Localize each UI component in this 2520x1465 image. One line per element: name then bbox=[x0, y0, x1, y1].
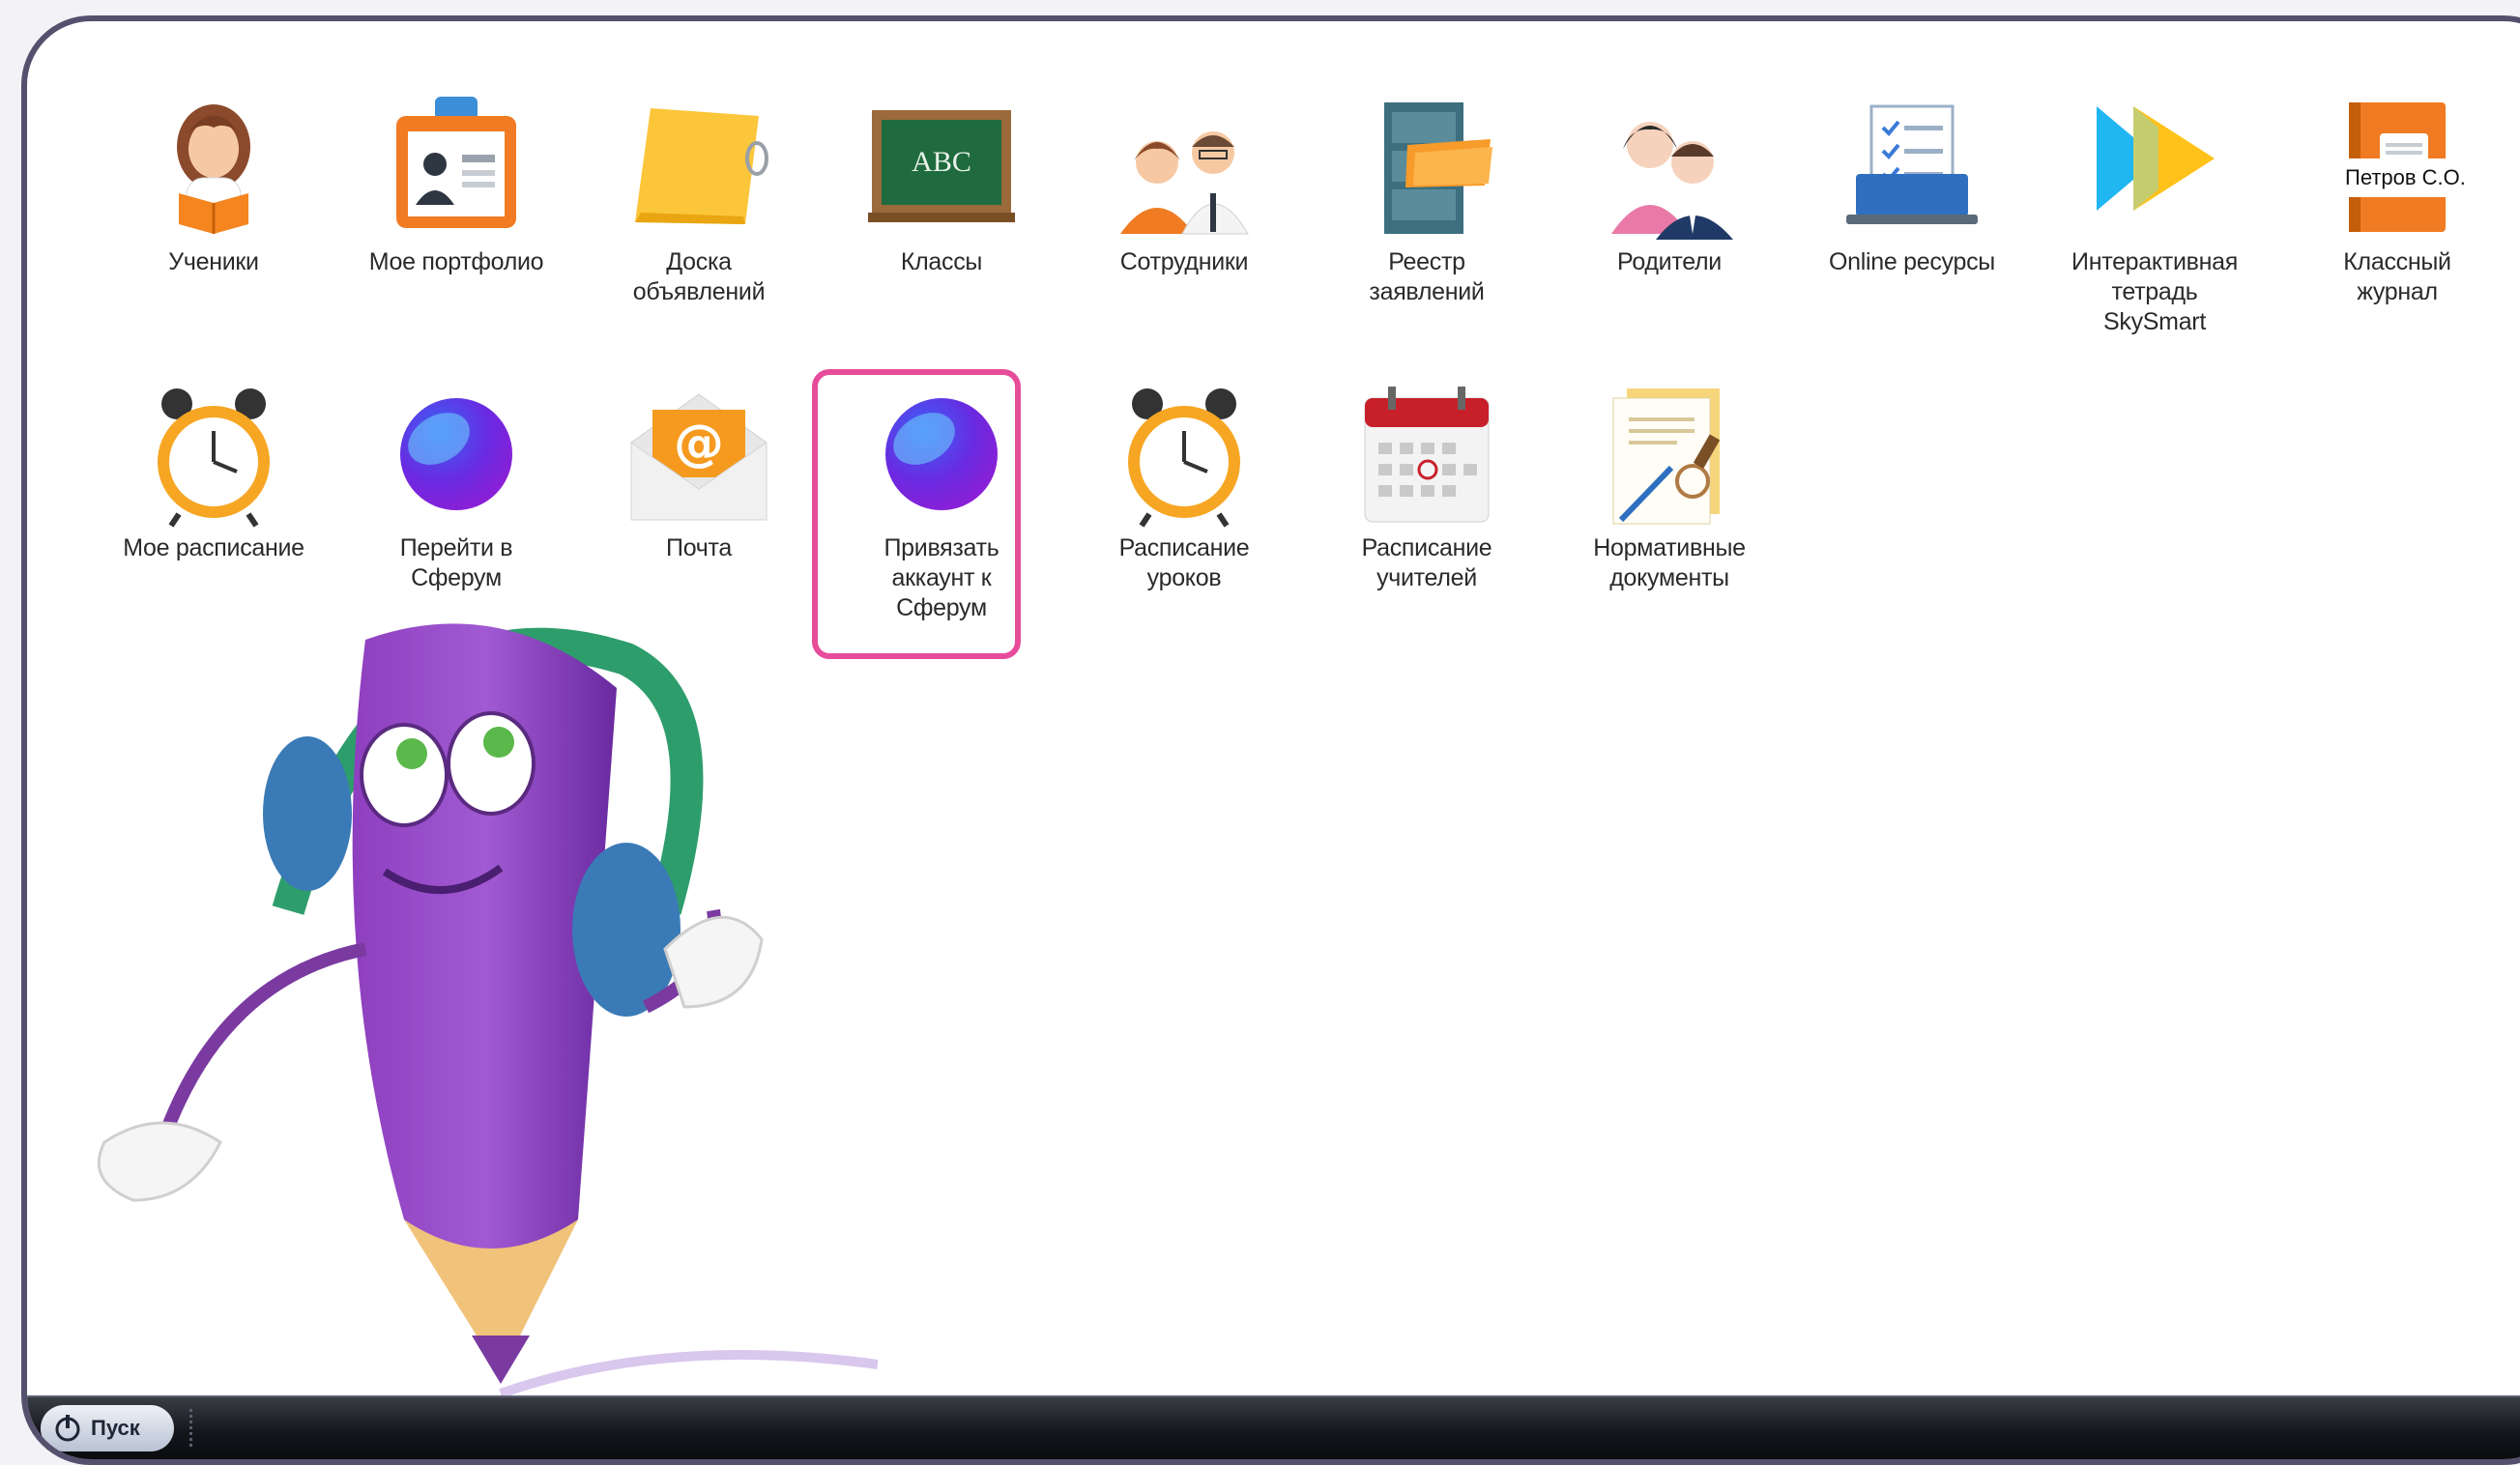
desktop-icon-staff[interactable]: Сотрудники bbox=[1083, 89, 1286, 277]
desktop-icon-label: Почта bbox=[666, 534, 732, 561]
desktop-icon-my-schedule[interactable]: Мое расписание bbox=[112, 375, 315, 563]
desktop-icon-mail[interactable]: @ Почта bbox=[597, 375, 800, 563]
chalkboard-icon: ABC bbox=[864, 89, 1019, 244]
desktop-window: Ученики Мое портфолио Доска объявлений A… bbox=[21, 15, 2520, 1465]
desktop-icon-skysmart[interactable]: Интерактивная тетрадь SkySmart bbox=[2053, 89, 2256, 337]
desktop-icon-label: Мое портфолио bbox=[368, 248, 544, 275]
desktop-icon-label: Сотрудники bbox=[1119, 248, 1249, 275]
pencil-mascot-illustration bbox=[46, 601, 879, 1413]
desktop-icon-classes[interactable]: ABC Классы bbox=[840, 89, 1043, 277]
svg-text:ABC: ABC bbox=[912, 146, 971, 178]
desktop-icon-label: Родители bbox=[1617, 248, 1722, 275]
taskbar: Пуск bbox=[27, 1395, 2520, 1459]
sferum-icon bbox=[379, 375, 534, 530]
desktop-icon-label: Нормативные документы bbox=[1593, 534, 1746, 591]
desktop-icon-noticeboard[interactable]: Доска объявлений bbox=[597, 89, 800, 307]
desktop-icon-link-sferum-account[interactable]: Привязать аккаунт к Сферум bbox=[840, 375, 1043, 623]
desktop-icon-label: Мое расписание bbox=[123, 534, 304, 561]
desktop: Ученики Мое портфолио Доска объявлений A… bbox=[27, 21, 2520, 1459]
portfolio-icon bbox=[379, 89, 534, 244]
taskbar-separator bbox=[189, 1409, 192, 1448]
svg-text:@: @ bbox=[674, 415, 724, 473]
desktop-icon-go-to-sferum[interactable]: Перейти в Сферум bbox=[355, 375, 558, 593]
desktop-icon-label: Доска объявлений bbox=[632, 248, 766, 305]
laptop-checklist-icon bbox=[1835, 89, 1989, 244]
desktop-icon-class-journal[interactable]: Классный журнал bbox=[2296, 89, 2499, 307]
user-name-tag: Петров С.О. bbox=[2333, 158, 2517, 197]
sferum-icon bbox=[864, 375, 1019, 530]
desktop-icon-label: Перейти в Сферум bbox=[399, 534, 513, 591]
mail-icon: @ bbox=[622, 375, 776, 530]
desktop-icon-online-resources[interactable]: Online ресурсы bbox=[1810, 89, 2013, 277]
desktop-icon-lesson-schedule[interactable]: Расписание уроков bbox=[1083, 375, 1286, 593]
alarm-clock-icon bbox=[136, 375, 291, 530]
staff-icon bbox=[1107, 89, 1261, 244]
start-button[interactable]: Пуск bbox=[41, 1405, 174, 1451]
power-icon bbox=[55, 1415, 80, 1442]
start-button-label: Пуск bbox=[91, 1416, 140, 1440]
desktop-icon-label: Реестр заявлений bbox=[1369, 248, 1485, 305]
desktop-icon-label: Online ресурсы bbox=[1829, 248, 1995, 275]
file-cabinet-icon bbox=[1349, 89, 1504, 244]
skysmart-play-icon bbox=[2077, 89, 2232, 244]
documents-stamp-icon bbox=[1592, 375, 1747, 530]
desktop-icon-applications-registry[interactable]: Реестр заявлений bbox=[1325, 89, 1528, 307]
desktop-icon-label: Ученики bbox=[168, 248, 259, 275]
desktop-icon-parents[interactable]: Родители bbox=[1568, 89, 1771, 277]
desktop-icon-label: Расписание уроков bbox=[1118, 534, 1250, 591]
desktop-icon-label: Классы bbox=[900, 248, 983, 275]
calendar-icon bbox=[1349, 375, 1504, 530]
alarm-clock-icon bbox=[1107, 375, 1261, 530]
desktop-icon-label: Классный журнал bbox=[2343, 248, 2451, 305]
desktop-icon-teacher-schedule[interactable]: Расписание учителей bbox=[1325, 375, 1528, 593]
sticky-note-icon bbox=[622, 89, 776, 244]
desktop-icon-label: Интерактивная тетрадь SkySmart bbox=[2071, 248, 2238, 335]
desktop-icon-portfolio[interactable]: Мое портфолио bbox=[355, 89, 558, 277]
student-icon bbox=[136, 89, 291, 244]
desktop-icon-students[interactable]: Ученики bbox=[112, 89, 315, 277]
desktop-icon-regulatory-documents[interactable]: Нормативные документы bbox=[1568, 375, 1771, 593]
desktop-icon-label: Расписание учителей bbox=[1361, 534, 1492, 591]
parents-icon bbox=[1592, 89, 1747, 244]
